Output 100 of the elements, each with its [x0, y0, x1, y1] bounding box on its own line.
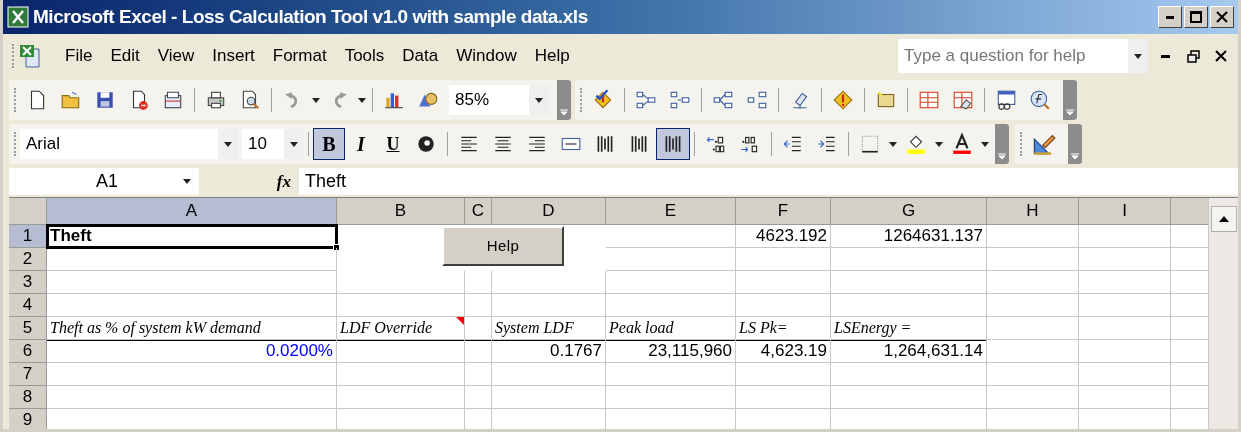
toolbar-options-handle[interactable]: [557, 80, 571, 120]
table-cell[interactable]: Theft: [47, 225, 337, 248]
row-header[interactable]: 9: [9, 409, 47, 429]
table-cell[interactable]: [492, 294, 606, 317]
menu-item[interactable]: Insert: [203, 41, 264, 71]
close-button[interactable]: [1210, 6, 1234, 28]
table-cell[interactable]: [1079, 271, 1171, 294]
table-cell[interactable]: [831, 294, 987, 317]
table-cell[interactable]: [492, 363, 606, 386]
table-cell[interactable]: System LDF: [492, 317, 606, 340]
formula-field[interactable]: Theft: [299, 168, 1238, 195]
table-cell[interactable]: [465, 340, 492, 363]
table-cell[interactable]: 4,623.19: [736, 340, 831, 363]
table-cell[interactable]: [465, 386, 492, 409]
table-cell[interactable]: [337, 294, 465, 317]
table-cell[interactable]: [337, 271, 465, 294]
row-header[interactable]: 4: [9, 294, 47, 317]
maximize-button[interactable]: [1184, 6, 1208, 28]
font-size-field[interactable]: 10: [242, 129, 284, 159]
table-cell[interactable]: [465, 363, 492, 386]
table-cell[interactable]: [47, 386, 337, 409]
font-name-field[interactable]: Arial: [20, 129, 218, 159]
column-header[interactable]: E: [606, 198, 736, 225]
table-cell[interactable]: LDF Override: [337, 317, 465, 340]
table-cell[interactable]: [987, 271, 1079, 294]
table-cell[interactable]: [987, 294, 1079, 317]
help-button[interactable]: Help: [442, 226, 564, 266]
select-all-corner[interactable]: [9, 198, 47, 225]
table-cell[interactable]: [492, 271, 606, 294]
table-cell[interactable]: [47, 248, 337, 271]
table-cell[interactable]: [337, 363, 465, 386]
table-cell[interactable]: [47, 271, 337, 294]
toolbar-options-handle[interactable]: [1063, 80, 1077, 120]
table-cell[interactable]: [1079, 340, 1171, 363]
row-header[interactable]: 7: [9, 363, 47, 386]
zoom-field[interactable]: 85%: [449, 85, 529, 115]
menu-item[interactable]: Help: [525, 41, 579, 71]
table-cell[interactable]: Theft as % of system kW demand: [47, 317, 337, 340]
menu-item[interactable]: View: [148, 41, 204, 71]
table-cell[interactable]: [606, 363, 736, 386]
table-cell[interactable]: LS Pk=: [736, 317, 831, 340]
menu-item[interactable]: File: [56, 41, 102, 71]
table-cell[interactable]: [465, 317, 492, 340]
toolbar-options-handle[interactable]: [1068, 124, 1082, 164]
menu-item[interactable]: Edit: [101, 41, 149, 71]
table-cell[interactable]: [987, 363, 1079, 386]
row-header[interactable]: 1: [9, 225, 47, 248]
table-cell[interactable]: [606, 248, 736, 271]
row-header[interactable]: 5: [9, 317, 47, 340]
table-cell[interactable]: [1079, 317, 1171, 340]
table-cell[interactable]: [831, 248, 987, 271]
row-header[interactable]: 6: [9, 340, 47, 363]
menu-item[interactable]: Tools: [335, 41, 394, 71]
table-cell[interactable]: [47, 294, 337, 317]
table-cell[interactable]: 1,264,631.14: [831, 340, 987, 363]
dropdown-button[interactable]: [284, 129, 304, 159]
menu-item[interactable]: Data: [393, 41, 448, 71]
table-cell[interactable]: [337, 386, 465, 409]
table-cell[interactable]: [1079, 294, 1171, 317]
column-header[interactable]: G: [831, 198, 987, 225]
menu-item[interactable]: Window: [447, 41, 526, 71]
table-cell[interactable]: [492, 386, 606, 409]
scroll-up-button[interactable]: [1210, 206, 1237, 232]
minimize-button[interactable]: [1158, 6, 1182, 28]
dropdown-button[interactable]: [218, 129, 238, 159]
toolbar-options-handle[interactable]: [995, 124, 1009, 164]
table-cell[interactable]: [1079, 225, 1171, 248]
table-cell[interactable]: [1079, 386, 1171, 409]
column-header[interactable]: I: [1079, 198, 1171, 225]
row-header[interactable]: 8: [9, 386, 47, 409]
table-cell[interactable]: [831, 363, 987, 386]
column-header[interactable]: A: [47, 198, 337, 225]
table-cell[interactable]: 0.1767: [492, 340, 606, 363]
column-header[interactable]: D: [492, 198, 606, 225]
column-header[interactable]: F: [736, 198, 831, 225]
table-cell[interactable]: [606, 271, 736, 294]
table-cell[interactable]: 1264631.137: [831, 225, 987, 248]
column-header[interactable]: C: [465, 198, 492, 225]
table-cell[interactable]: 23,115,960: [606, 340, 736, 363]
table-cell[interactable]: [736, 271, 831, 294]
row-header[interactable]: 2: [9, 248, 47, 271]
table-cell[interactable]: [736, 248, 831, 271]
dropdown-button[interactable]: [529, 85, 549, 115]
table-cell[interactable]: Peak load: [606, 317, 736, 340]
fill-handle[interactable]: [333, 244, 340, 251]
table-cell[interactable]: [47, 363, 337, 386]
dropdown-button[interactable]: [1128, 39, 1148, 73]
table-cell[interactable]: [1079, 248, 1171, 271]
italic-button[interactable]: I: [345, 128, 377, 160]
table-cell[interactable]: [736, 294, 831, 317]
table-cell[interactable]: [987, 225, 1079, 248]
table-cell[interactable]: [987, 317, 1079, 340]
vertical-scrollbar[interactable]: [1208, 198, 1238, 429]
table-cell[interactable]: [1079, 363, 1171, 386]
table-cell[interactable]: [606, 294, 736, 317]
underline-button[interactable]: U: [377, 128, 409, 160]
insert-function-button[interactable]: fx: [199, 168, 299, 195]
column-header[interactable]: B: [337, 198, 465, 225]
table-cell[interactable]: [736, 363, 831, 386]
table-cell[interactable]: [606, 386, 736, 409]
